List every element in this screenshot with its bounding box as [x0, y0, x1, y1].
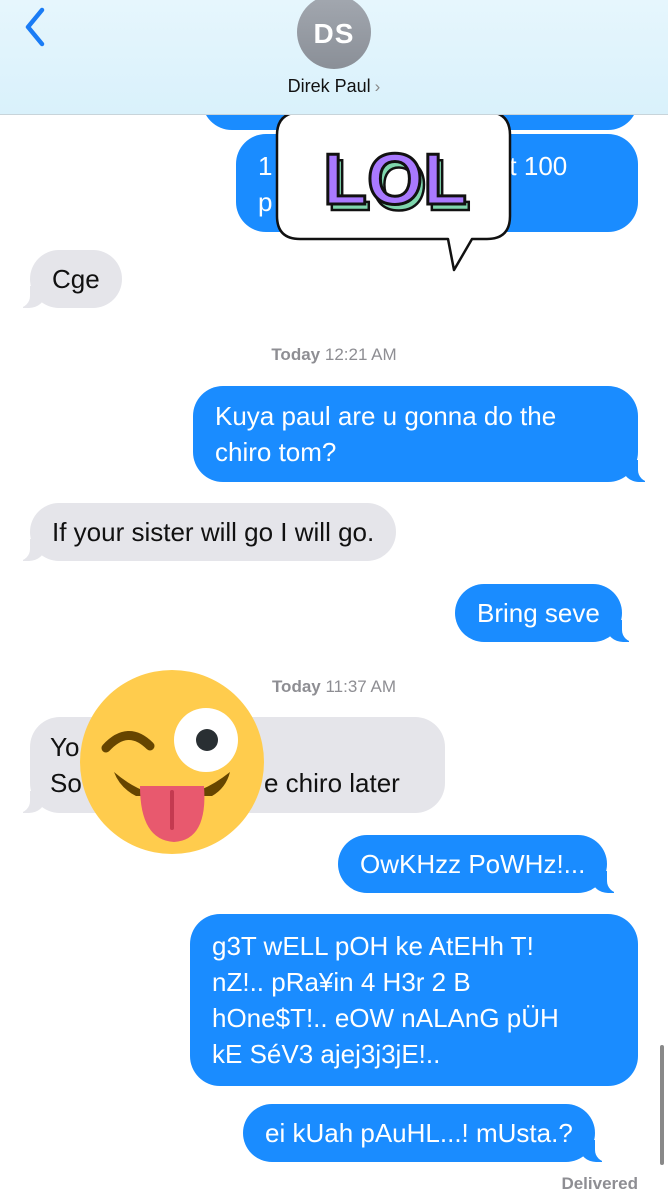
- message-bubble-outgoing[interactable]: g3T wELL pOH ke AtEHh T! nZ!.. pRa¥in 4 …: [190, 914, 638, 1086]
- message-text: chiro tom?: [215, 437, 337, 467]
- message-text: Bring seve: [477, 598, 600, 628]
- timestamp-time: 11:37 AM: [325, 677, 397, 696]
- conversation-header: DS Direk Paul ›: [0, 0, 668, 115]
- contact-avatar[interactable]: DS: [297, 0, 371, 69]
- message-bubble-outgoing[interactable]: OwKHzz PoWHz!...: [338, 835, 634, 893]
- message-text: hOne$T!.. eOW nALAnG pÜH: [212, 1003, 559, 1033]
- message-text: OwKHzz PoWHz!...: [360, 849, 586, 879]
- message-bubble-outgoing[interactable]: ei kUah pAuHL...! mUsta.?: [243, 1104, 621, 1162]
- message-bubble-outgoing[interactable]: Kuya paul are u gonna do the chiro tom?: [193, 386, 664, 482]
- timestamp-day: Today: [271, 677, 321, 696]
- message-text: g3T wELL pOH ke AtEHh T!: [212, 931, 534, 961]
- contact-name-button[interactable]: Direk Paul ›: [0, 76, 668, 97]
- message-text: If your sister will go I will go.: [52, 517, 375, 547]
- message-bubble-outgoing[interactable]: Bring seve: [455, 584, 648, 642]
- message-text: nZ!.. pRa¥in 4 H3r 2 B: [212, 967, 471, 997]
- message-text: Kuya paul are u gonna do the: [215, 401, 557, 431]
- message-text: e chiro later: [264, 768, 400, 798]
- delivered-status: Delivered: [561, 1174, 638, 1193]
- message-text: Cge: [52, 264, 100, 294]
- back-chevron-icon[interactable]: [14, 4, 60, 50]
- timestamp-time: 12:21 AM: [324, 345, 397, 364]
- contact-name: Direk Paul: [287, 76, 371, 96]
- timestamp: Today 12:21 AM: [0, 345, 668, 365]
- chevron-right-icon: ›: [374, 77, 381, 96]
- message-text: ei kUah pAuHL...! mUsta.?: [265, 1118, 573, 1148]
- emoji-open-eye-pupil: [196, 729, 218, 751]
- timestamp-day: Today: [271, 345, 321, 364]
- scrollbar[interactable]: [660, 1045, 664, 1165]
- message-text: kE SéV3 ajej3j3jE!..: [212, 1039, 441, 1069]
- message-bubble-incoming[interactable]: Cge: [4, 250, 122, 308]
- message-bubble-incoming[interactable]: If your sister will go I will go.: [3, 503, 397, 561]
- avatar-initials: DS: [313, 18, 355, 49]
- lol-text: LOL: [323, 140, 467, 220]
- winking-tongue-emoji-sticker: [80, 670, 264, 854]
- lol-sticker: LOL LOL: [275, 102, 512, 272]
